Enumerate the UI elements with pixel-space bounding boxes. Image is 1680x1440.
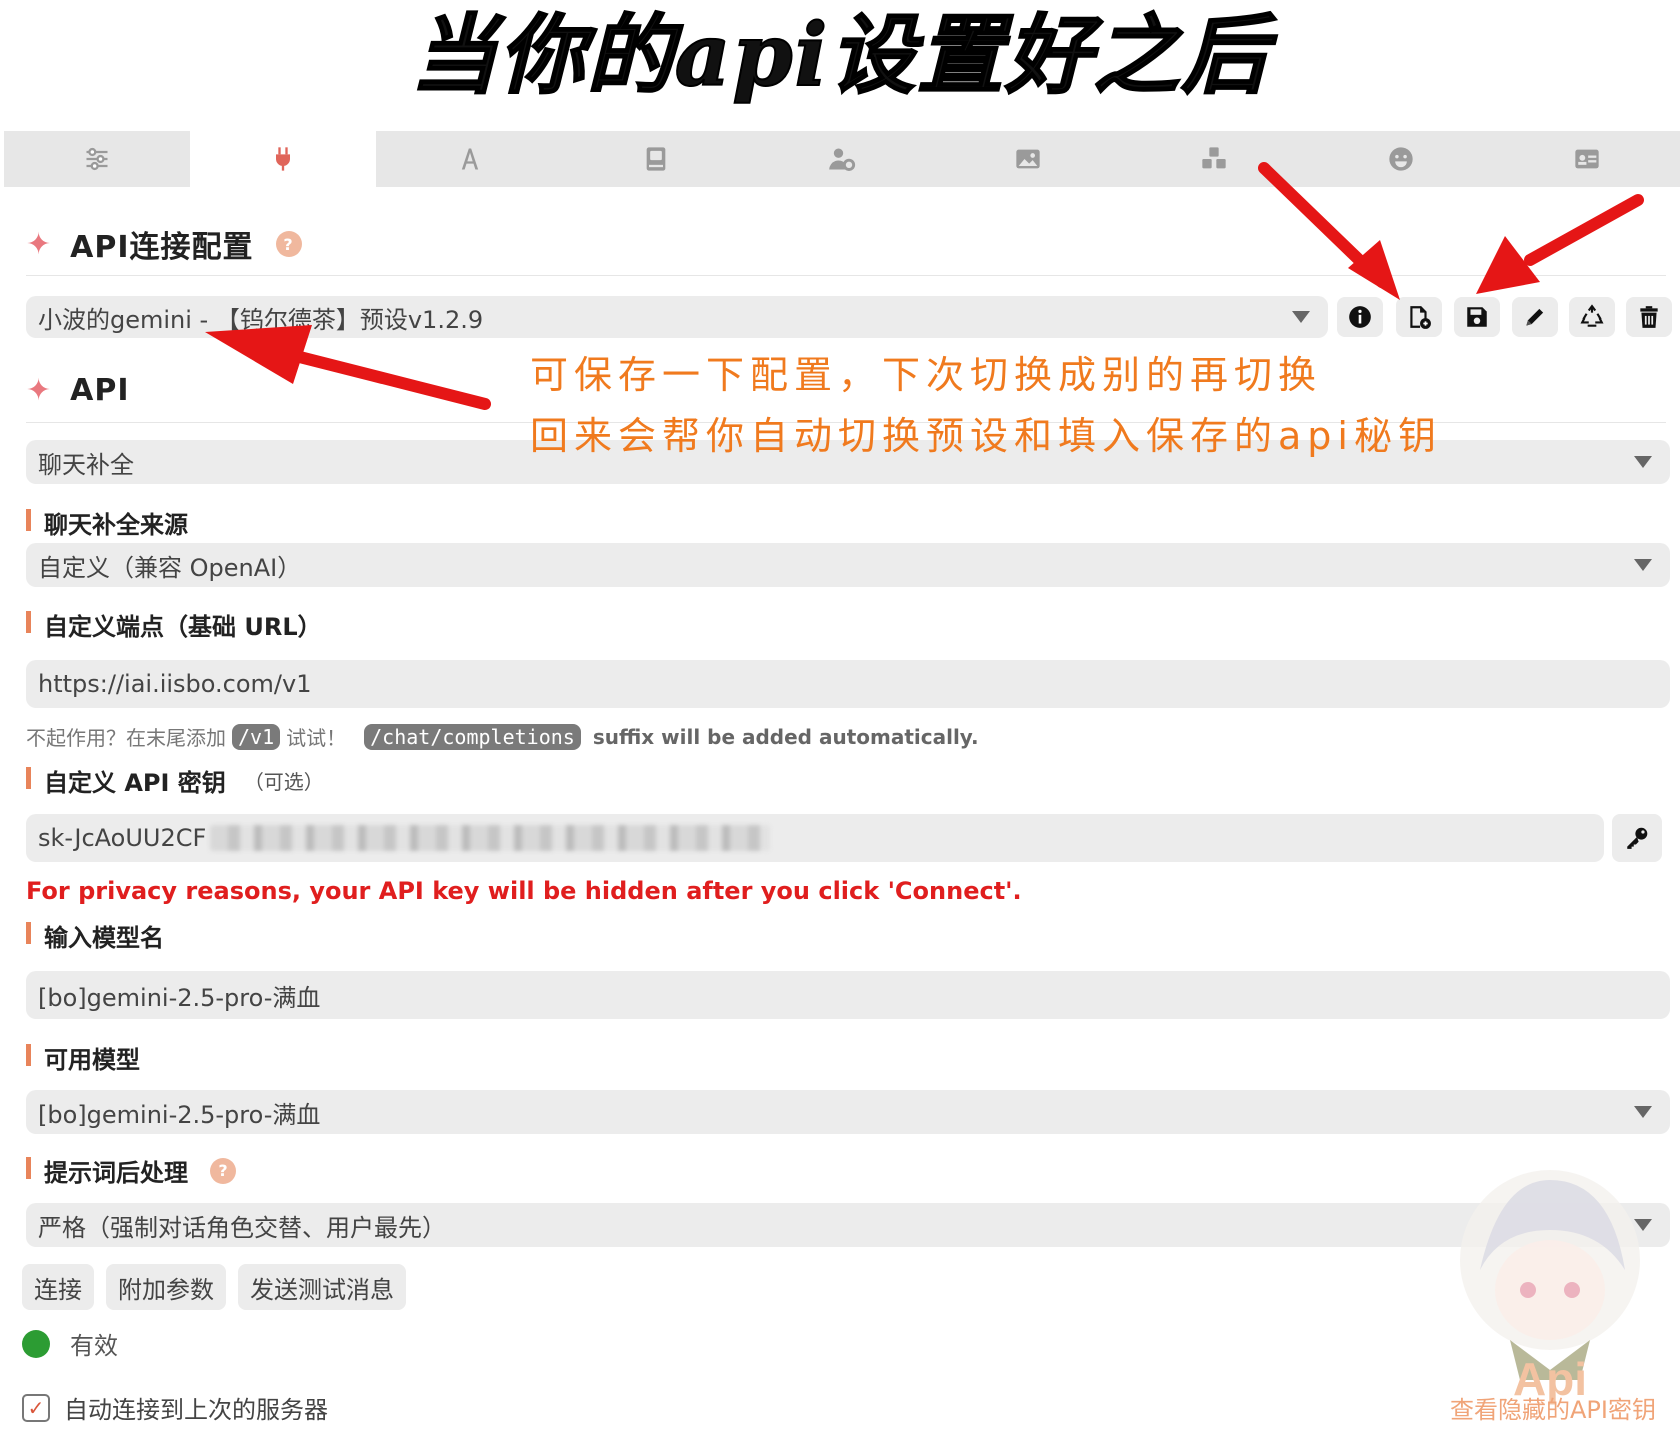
sliders-icon [86,147,108,171]
tab-extensions[interactable] [1121,131,1307,187]
available-models-value: [bo]gemini-2.5-pro-满血 [38,1100,321,1129]
help-icon[interactable]: ? [275,231,302,257]
api-key-value: sk-JcAoUU2CF [38,824,207,852]
api-key-label-text: 自定义 API 密钥 [44,769,226,797]
model-name-label-text: 输入模型名 [44,924,164,952]
api-key-optional-text: （可选） [243,770,324,794]
available-models-select[interactable]: [bo]gemini-2.5-pro-满血 [26,1090,1670,1134]
annotation-line-2: 回来会帮你自动切换预设和填入保存的api秘钥 [530,414,1442,458]
profile-info-button[interactable] [1337,297,1383,337]
available-models-label: 可用模型 [26,1040,140,1075]
view-hidden-api-key-link[interactable]: 查看隐藏的API密钥 [1450,1390,1656,1425]
view-api-key-button[interactable] [1612,814,1662,862]
auto-connect-label: 自动连接到上次的服务器 [64,1396,328,1424]
connection-profile-select[interactable]: 小波的gemini - 【钨尔德茶】预设v1.2.9 [26,296,1328,338]
custom-endpoint-input[interactable]: https://iai.iisbo.com/v1 [26,660,1670,708]
completion-source-label: 聊天补全来源 [26,505,188,540]
custom-endpoint-value: https://iai.iisbo.com/v1 [38,670,312,698]
api-title-text: API [70,373,130,408]
api-type-value: 聊天补全 [38,450,134,479]
pencil-icon [1526,308,1544,326]
prompt-postprocess-value: 严格（强制对话角色交替、用户最先） [38,1213,446,1242]
hint-mid: 试试！ [286,726,347,750]
hint-suffix: suffix will be added automatically. [592,724,979,749]
api-key-label: 自定义 API 密钥 （可选） [26,763,324,798]
profile-delete-button[interactable] [1626,297,1672,337]
api-key-blurred-region [210,825,771,851]
privacy-notice: For privacy reasons, your API key will b… [26,877,1022,905]
cubes-icon [1202,147,1227,169]
profile-create-button[interactable] [1396,297,1442,337]
model-name-input[interactable]: [bo]gemini-2.5-pro-满血 [26,971,1670,1019]
sparkle-icon: ✦ [26,226,53,262]
hint-code-v1: /v1 [232,723,281,750]
status-text: 有效 [70,1332,118,1360]
banner-title: 当你的api设置好之后 [410,4,1270,107]
smile-icon [1388,147,1413,171]
tab-backgrounds[interactable] [935,131,1121,187]
extra-params-button[interactable]: 附加参数 [106,1264,226,1310]
prompt-postprocess-label: 提示词后处理 ? [26,1153,236,1188]
tab-world-info[interactable] [563,131,749,187]
image-icon [1016,149,1040,169]
tab-api-connections[interactable] [190,131,377,187]
prompt-postprocess-label-text: 提示词后处理 [44,1159,188,1187]
settings-tab-bar [4,131,1680,187]
connect-button[interactable]: 连接 [22,1264,94,1310]
connection-profile-value: 小波的gemini - 【钨尔德茶】预设v1.2.9 [38,305,484,334]
chevron-down-icon [1292,311,1310,323]
divider [26,275,1666,276]
key-icon [1627,827,1648,849]
api-key-input[interactable]: sk-JcAoUU2CF [26,814,1604,862]
watermark-avatar: Api [1440,1150,1660,1410]
profile-reload-button[interactable] [1569,297,1615,337]
chevron-down-icon [1634,1106,1652,1118]
connection-title-text: API连接配置 [70,230,254,265]
available-models-label-text: 可用模型 [44,1046,140,1074]
tab-characters[interactable] [1494,131,1680,187]
chevron-down-icon [1634,456,1652,468]
id-card-icon [1575,149,1599,169]
endpoint-hint: 不起作用？在末尾添加 /v1 试试！ /chat/completions suf… [26,722,979,751]
prompt-postprocess-select[interactable]: 严格（强制对话角色交替、用户最先） [26,1203,1670,1247]
hint-code-chat-completions: /chat/completions [364,723,581,750]
user-gear-icon [829,148,856,171]
model-name-value: [bo]gemini-2.5-pro-满血 [38,983,321,1012]
api-section-title: ✦ API [26,373,130,408]
plug-icon [276,147,291,171]
completion-source-label-text: 聊天补全来源 [44,511,188,539]
model-name-label: 输入模型名 [26,918,164,953]
tab-sliders[interactable] [4,131,190,187]
annotation-line-1: 可保存一下配置，下次切换成别的再切换 [530,353,1323,397]
profile-save-button[interactable] [1454,297,1500,337]
auto-connect-checkbox[interactable]: ✓ [22,1393,50,1422]
book-icon [646,147,666,171]
font-icon [461,148,478,170]
recycle-icon [1580,304,1604,327]
send-test-message-button[interactable]: 发送测试消息 [238,1264,406,1310]
connection-section-title: ✦ API连接配置 ? [26,222,302,266]
custom-endpoint-label: 自定义端点（基础 URL） [26,607,322,642]
profile-rename-button[interactable] [1512,297,1558,337]
anime-avatar-icon: Api [1460,1170,1640,1405]
help-icon[interactable]: ? [210,1157,236,1184]
file-import-icon [1410,306,1431,329]
tab-formatting[interactable] [376,131,562,187]
trash-icon [1640,306,1658,328]
hint-prefix: 不起作用？在末尾添加 [26,726,226,750]
sparkle-icon: ✦ [26,373,53,408]
status-dot-icon [22,1329,50,1358]
completion-source-select[interactable]: 自定义（兼容 OpenAI） [26,543,1670,587]
completion-source-value: 自定义（兼容 OpenAI） [38,553,302,582]
tab-user-settings[interactable] [749,131,935,187]
save-icon [1467,307,1487,327]
auto-connect-checkbox-row[interactable]: ✓ 自动连接到上次的服务器 [22,1390,328,1425]
tab-persona[interactable] [1308,131,1494,187]
custom-endpoint-label-text: 自定义端点（基础 URL） [44,613,322,641]
connection-status: 有效 [22,1326,118,1361]
info-icon [1349,306,1371,328]
chevron-down-icon [1634,559,1652,571]
